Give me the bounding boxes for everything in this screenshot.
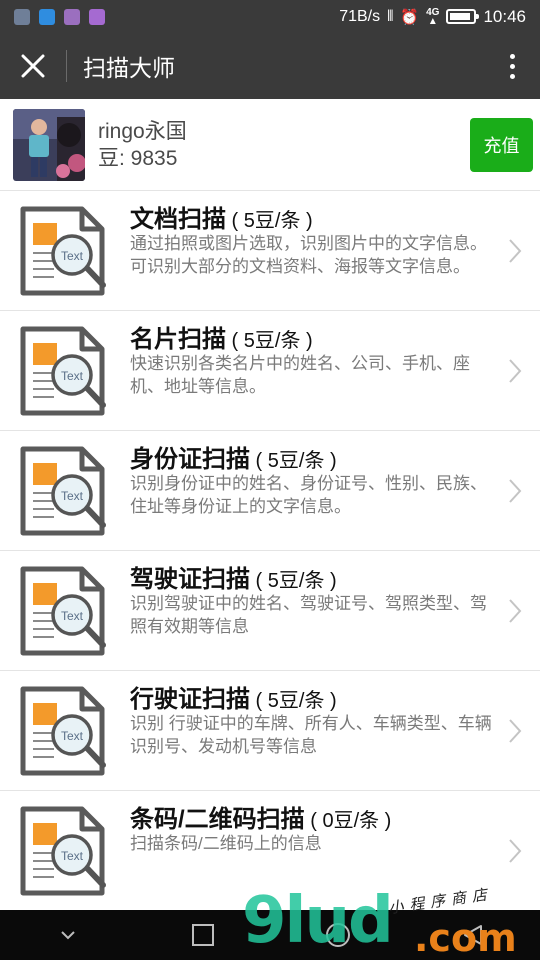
clock: 10:46 (483, 6, 526, 26)
more-dots-icon (509, 53, 515, 59)
system-nav-bar (0, 910, 540, 960)
service-title: 驾驶证扫描 ( 5豆/条 ) (130, 566, 337, 593)
service-description: 通过拍照或图片选取，识别图片中的文字信息。可识别大部分的文档资料、海报等文字信息… (130, 234, 487, 276)
avatar[interactable] (13, 108, 85, 181)
title-divider (66, 50, 67, 82)
photo-app-icon (89, 8, 105, 25)
circle-icon (325, 923, 350, 947)
chevron-down-icon (60, 931, 75, 940)
heart-app-icon (14, 8, 30, 25)
document-scan-icon: Text (20, 326, 106, 416)
svg-text:Text: Text (61, 369, 84, 383)
battery-icon (446, 9, 480, 24)
chevron-right-icon (509, 239, 522, 263)
document-scan-icon: Text (20, 206, 106, 296)
service-price: ( 5豆/条 ) (226, 330, 313, 352)
net-speed: 71B/s (339, 7, 381, 25)
bean-balance: 豆: 9835 (98, 146, 178, 170)
service-price: ( 5豆/条 ) (250, 450, 337, 472)
service-title: 名片扫描 ( 5豆/条 ) (130, 326, 313, 353)
service-title: 身份证扫描 ( 5豆/条 ) (130, 446, 337, 473)
title-bar: 扫描大师 (0, 33, 540, 99)
service-title: 文档扫描 ( 5豆/条 ) (130, 206, 313, 233)
chevron-right-icon (509, 599, 522, 623)
service-price: ( 5豆/条 ) (250, 690, 337, 712)
alipay-app-icon (39, 8, 55, 25)
document-scan-icon: Text (20, 806, 106, 896)
triangle-back-icon (463, 925, 482, 945)
service-price: ( 5豆/条 ) (226, 210, 313, 232)
service-item[interactable]: Text 身份证扫描 ( 5豆/条 ) 识别身份证中的姓名、身份证号、性别、民族… (0, 431, 540, 551)
chevron-right-icon (509, 359, 522, 383)
service-description: 识别驾驶证中的姓名、驾驶证号、驾照类型、驾照有效期等信息 (130, 594, 487, 636)
recharge-button[interactable]: 充值 (470, 117, 533, 172)
close-icon (21, 54, 45, 78)
service-title: 条码/二维码扫描 ( 0豆/条 ) (130, 806, 392, 833)
service-item[interactable]: Text 行驶证扫描 ( 5豆/条 ) 识别 行驶证中的车牌、所有人、车辆类型、… (0, 671, 540, 791)
service-list: Text 文档扫描 ( 5豆/条 ) 通过拍照或图片选取，识别图片中的文字信息。… (0, 191, 540, 911)
document-scan-icon: Text (20, 566, 106, 656)
gallery-app-icon (64, 8, 80, 25)
service-item[interactable]: Text 文档扫描 ( 5豆/条 ) 通过拍照或图片选取，识别图片中的文字信息。… (0, 191, 540, 311)
nav-back-button[interactable] (458, 920, 488, 950)
account-panel: ringo永国 豆: 9835 充值 (0, 99, 540, 191)
square-icon (191, 924, 214, 946)
service-description: 扫描条码/二维码上的信息 (130, 834, 322, 853)
service-description: 快速识别各类名片中的姓名、公司、手机、座机、地址等信息。 (130, 354, 470, 396)
service-description: 识别身份证中的姓名、身份证号、性别、民族、住址等身份证上的文字信息。 (130, 474, 487, 516)
service-price: ( 0豆/条 ) (304, 810, 392, 832)
page-title: 扫描大师 (83, 55, 175, 81)
service-item[interactable]: Text 条码/二维码扫描 ( 0豆/条 ) 扫描条码/二维码上的信息 (0, 791, 540, 911)
status-bar: 71B/s ⫴ ⏰ 4G ▲ 10:46 (0, 0, 540, 33)
vibrate-icon: ⫴ (387, 8, 394, 25)
service-price: ( 5豆/条 ) (250, 570, 337, 592)
svg-text:Text: Text (61, 609, 84, 623)
document-scan-icon: Text (20, 686, 106, 776)
notification-icons (0, 8, 105, 25)
service-description: 识别 行驶证中的车牌、所有人、车辆类型、车辆识别号、发动机号等信息 (130, 714, 492, 756)
service-title: 行驶证扫描 ( 5豆/条 ) (130, 686, 337, 713)
network-type: 4G ▲ (426, 6, 440, 27)
nav-hide-button[interactable] (53, 920, 83, 950)
svg-text:Text: Text (61, 849, 84, 863)
more-button[interactable] (484, 33, 540, 99)
chevron-right-icon (509, 719, 522, 743)
svg-text:Text: Text (61, 729, 84, 743)
service-item[interactable]: Text 驾驶证扫描 ( 5豆/条 ) 识别驾驶证中的姓名、驾驶证号、驾照类型、… (0, 551, 540, 671)
chevron-right-icon (509, 839, 522, 863)
nav-recents-button[interactable] (188, 920, 218, 950)
chevron-right-icon (509, 479, 522, 503)
service-item[interactable]: Text 名片扫描 ( 5豆/条 ) 快速识别各类名片中的姓名、公司、手机、座机… (0, 311, 540, 431)
alarm-icon: ⏰ (400, 8, 420, 26)
nav-home-button[interactable] (323, 920, 353, 950)
svg-text:Text: Text (61, 249, 84, 263)
username: ringo永国 (98, 119, 187, 143)
svg-text:Text: Text (61, 489, 84, 503)
document-scan-icon: Text (20, 446, 106, 536)
close-button[interactable] (0, 33, 66, 99)
